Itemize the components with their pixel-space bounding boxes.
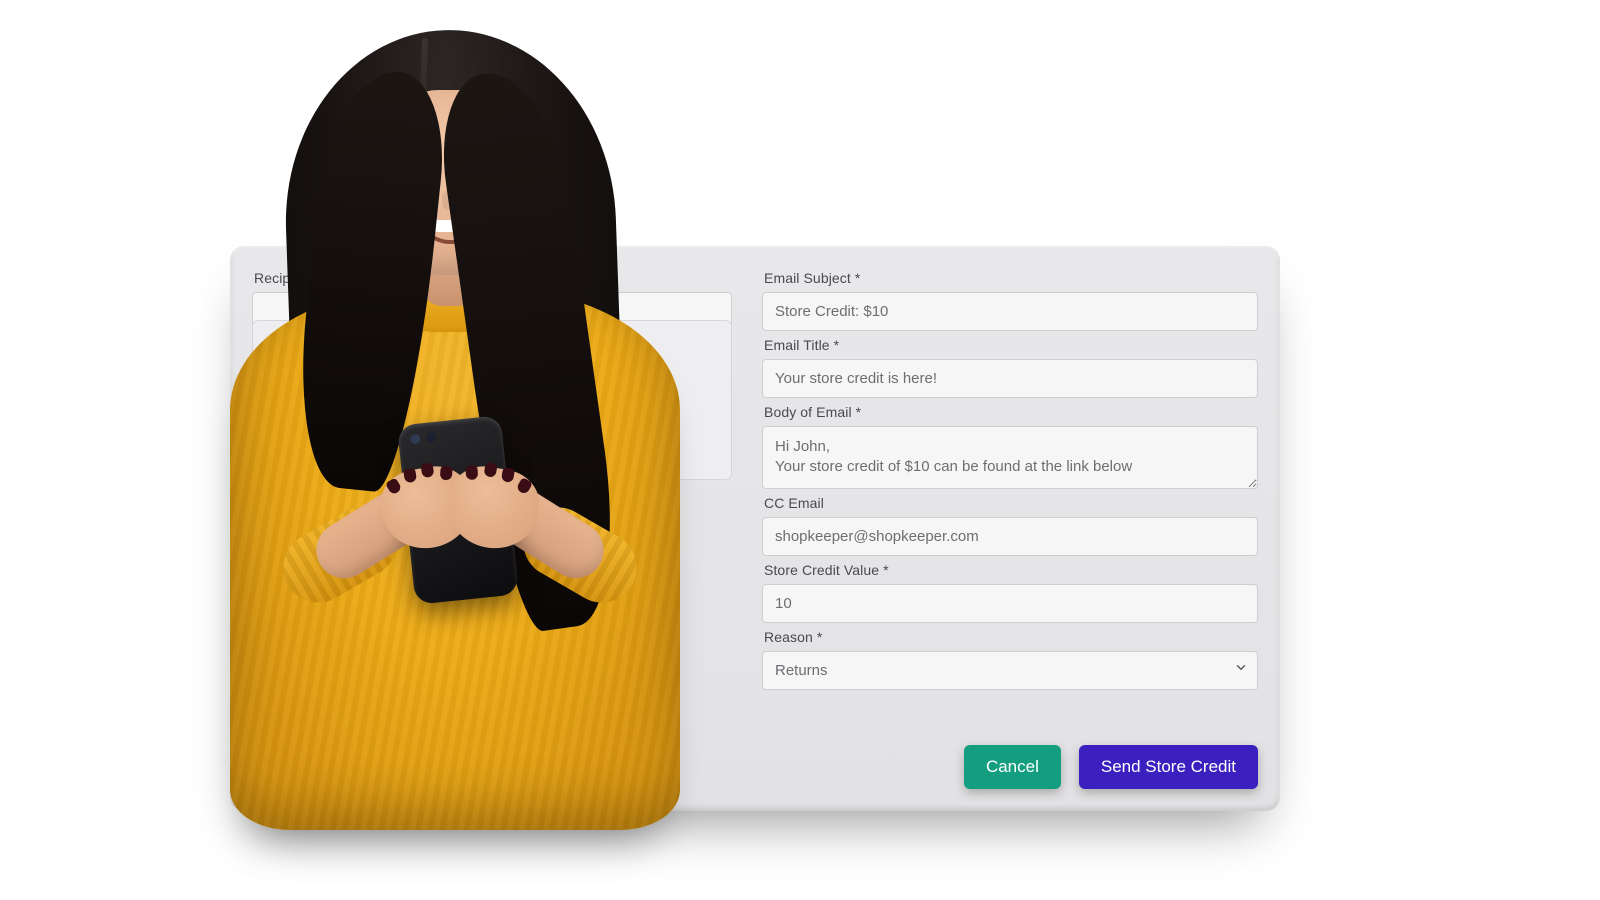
form-actions: Cancel Send Store Credit xyxy=(762,731,1258,789)
email-title-input[interactable] xyxy=(762,359,1258,398)
reason-select[interactable]: Returns xyxy=(762,651,1258,690)
cancel-button[interactable]: Cancel xyxy=(964,745,1061,789)
email-subject-input[interactable] xyxy=(762,292,1258,331)
send-store-credit-button[interactable]: Send Store Credit xyxy=(1079,745,1258,789)
store-credit-form: Recipient Name Email Subject * Email Tit… xyxy=(230,246,1280,811)
cc-email-input[interactable] xyxy=(762,517,1258,556)
store-credit-value-input[interactable] xyxy=(762,584,1258,623)
reason-label: Reason * xyxy=(764,629,1258,645)
email-title-label: Email Title * xyxy=(764,337,1258,353)
store-credit-value-label: Store Credit Value * xyxy=(764,562,1258,578)
email-body-label: Body of Email * xyxy=(764,404,1258,420)
form-left-column: Recipient Name xyxy=(252,264,732,789)
form-right-column: Email Subject * Email Title * Body of Em… xyxy=(762,264,1258,789)
recipient-suggestion-panel xyxy=(252,320,732,480)
recipient-name-label: Recipient Name xyxy=(254,270,732,286)
cc-email-label: CC Email xyxy=(764,495,1258,511)
email-subject-label: Email Subject * xyxy=(764,270,1258,286)
email-body-textarea[interactable] xyxy=(762,426,1258,489)
